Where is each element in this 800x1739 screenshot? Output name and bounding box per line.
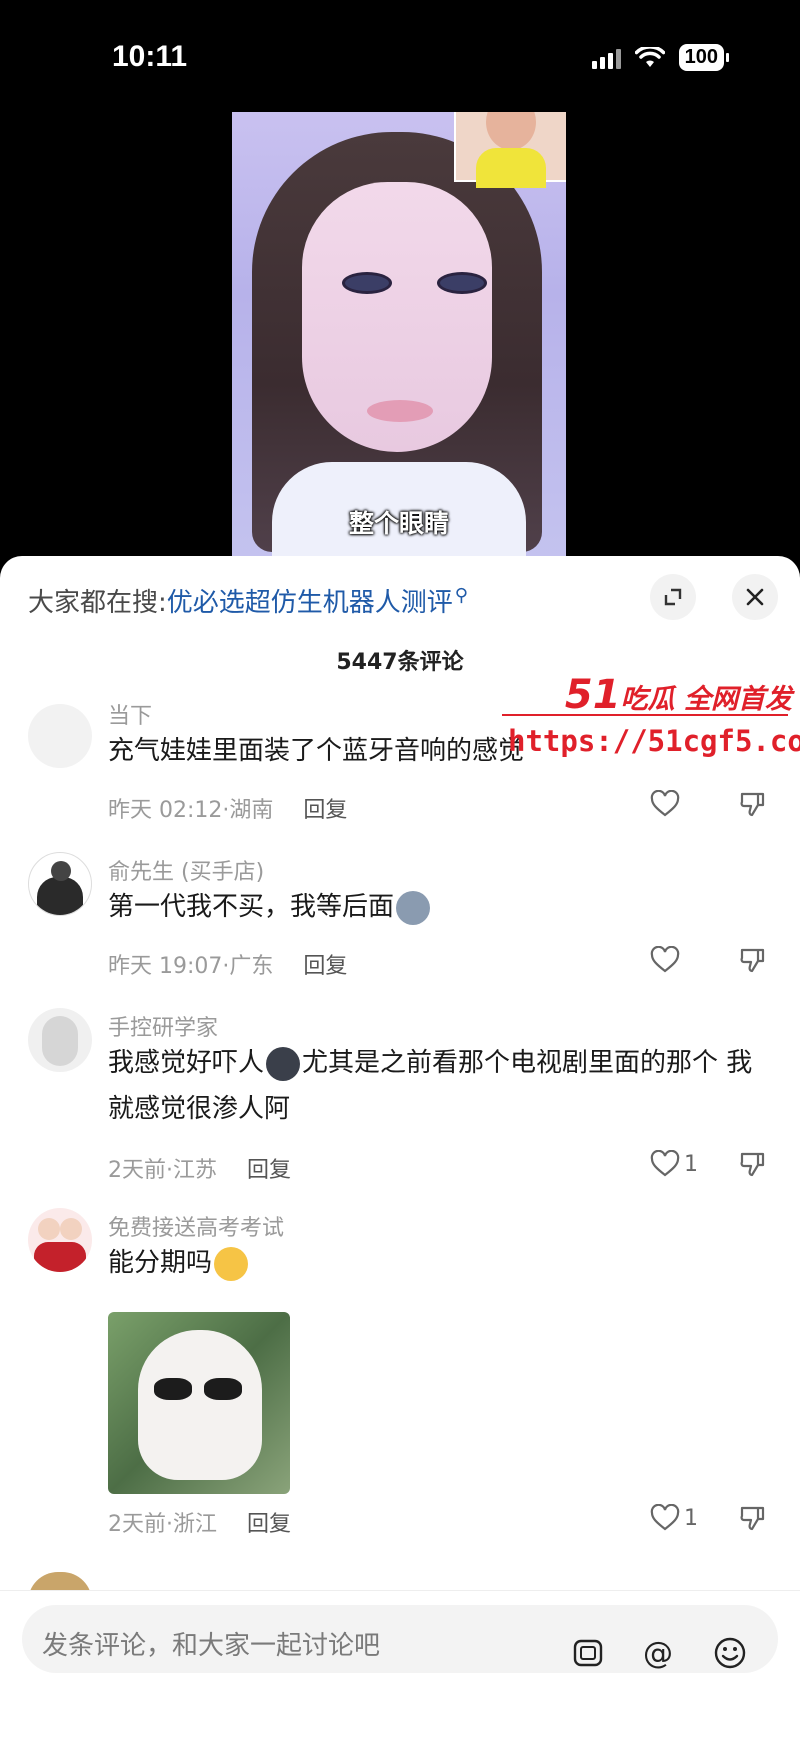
comment-item: 免费接送高考考试 能分期吗 2天前·浙江 回复 1 — [0, 1208, 800, 1548]
sunglasses-dog-image — [154, 1378, 244, 1400]
comment-text: 第一代我不买，我等后面 — [108, 884, 778, 930]
comment-image[interactable] — [108, 1312, 290, 1494]
comment-meta: 昨天 19:07·广东 回复 — [108, 948, 347, 980]
status-time: 10:11 — [112, 40, 188, 73]
thinking-emoji-icon — [214, 1246, 249, 1281]
comment-username[interactable]: 手控研学家 — [108, 1010, 218, 1042]
video-lips — [367, 400, 433, 422]
at-icon: @ — [643, 1635, 673, 1671]
comment-input[interactable]: 发条评论，和大家一起讨论吧 @ — [22, 1605, 778, 1673]
comment-input-bar: 发条评论，和大家一起讨论吧 @ — [0, 1590, 800, 1739]
search-suggestion[interactable]: 大家都在搜: 优必选超仿生机器人测评 ⚲ — [28, 582, 468, 619]
mention-button[interactable]: @ — [638, 1633, 678, 1673]
heart-icon — [650, 946, 680, 973]
video-player[interactable]: 整个眼睛 — [232, 112, 566, 564]
thumbs-down-icon — [740, 948, 765, 973]
heart-icon — [650, 1504, 680, 1531]
close-button[interactable] — [732, 574, 778, 620]
like-count: 1 — [684, 1151, 698, 1177]
like-button[interactable] — [650, 946, 680, 974]
comment-username[interactable]: 免费接送高考考试 — [108, 1210, 284, 1242]
reply-button[interactable]: 回复 — [247, 1152, 291, 1184]
watermark-line — [502, 714, 788, 716]
dislike-button[interactable] — [738, 1504, 766, 1532]
like-button[interactable]: 1 — [650, 1504, 698, 1532]
expand-button[interactable] — [650, 574, 696, 620]
thumbs-down-icon — [740, 1506, 765, 1531]
smiley-icon — [714, 1637, 746, 1669]
reply-button[interactable]: 回复 — [303, 948, 347, 980]
comment-time: 2天前·江苏 — [108, 1158, 217, 1183]
thumbs-down-icon — [740, 792, 765, 817]
video-subtitle: 整个眼睛 — [348, 509, 449, 538]
comment-meta: 2天前·江苏 回复 — [108, 1152, 291, 1184]
close-icon — [746, 588, 764, 606]
status-bar: 10:11 100 — [0, 0, 800, 110]
comment-item: 手控研学家 我感觉好吓人 尤其是之前看那个电视剧里面的那个 我 就感觉很渗人阿 2… — [0, 1008, 800, 1208]
comment-meta: 2天前·浙江 回复 — [108, 1506, 291, 1538]
pip-video[interactable] — [454, 112, 566, 188]
status-icons: 100 — [591, 44, 730, 71]
watermark: 51吃瓜 全网首发 https://51cgf5.com — [500, 672, 800, 772]
comment-item: 俞先生 (买手店) 第一代我不买，我等后面 昨天 19:07·广东 回复 — [0, 852, 800, 1012]
cat-emoji-icon — [396, 890, 431, 925]
avatar[interactable] — [28, 852, 92, 916]
wifi-icon — [634, 46, 665, 67]
avatar[interactable] — [28, 1008, 92, 1072]
watermark-url: https://51cgf5.com — [508, 724, 800, 758]
comment-username[interactable]: 俞先生 (买手店) — [108, 854, 264, 886]
comment-time: 2天前·浙江 — [108, 1512, 217, 1537]
image-picker-button[interactable] — [568, 1633, 608, 1673]
battery-indicator: 100 — [678, 44, 730, 71]
heart-icon — [650, 790, 680, 817]
video-eye-left — [342, 272, 392, 294]
emoji-button[interactable] — [710, 1633, 750, 1673]
comment-input-placeholder: 发条评论，和大家一起讨论吧 — [42, 1631, 381, 1661]
reply-button[interactable]: 回复 — [303, 792, 347, 824]
dislike-button[interactable] — [738, 790, 766, 818]
like-button[interactable] — [650, 790, 680, 818]
comment-text: 我感觉好吓人 尤其是之前看那个电视剧里面的那个 我 就感觉很渗人阿 — [108, 1046, 753, 1124]
avatar[interactable] — [28, 704, 92, 768]
expand-icon — [664, 588, 682, 606]
comment-time: 昨天 19:07·广东 — [108, 954, 274, 979]
comment-meta: 昨天 02:12·湖南 回复 — [108, 792, 347, 824]
comment-username[interactable]: 当下 — [108, 698, 152, 730]
signal-icon — [591, 47, 621, 69]
like-button[interactable]: 1 — [650, 1150, 698, 1178]
reply-button[interactable]: 回复 — [247, 1506, 291, 1538]
search-term-link[interactable]: 优必选超仿生机器人测评 — [167, 582, 453, 619]
heart-icon — [650, 1150, 680, 1177]
comment-text: 能分期吗 — [108, 1240, 778, 1286]
search-prefix: 大家都在搜: — [28, 588, 167, 618]
comment-time: 昨天 02:12·湖南 — [108, 798, 274, 823]
search-icon: ⚲ — [454, 585, 468, 606]
like-count: 1 — [684, 1505, 698, 1531]
video-eye-right — [437, 272, 487, 294]
dislike-button[interactable] — [738, 946, 766, 974]
image-icon — [573, 1639, 603, 1667]
dislike-button[interactable] — [738, 1150, 766, 1178]
dark-face-emoji-icon — [266, 1046, 301, 1081]
thumbs-down-icon — [740, 1152, 765, 1177]
watermark-brand: 51吃瓜 全网首发 — [564, 672, 792, 718]
avatar[interactable] — [28, 1208, 92, 1272]
